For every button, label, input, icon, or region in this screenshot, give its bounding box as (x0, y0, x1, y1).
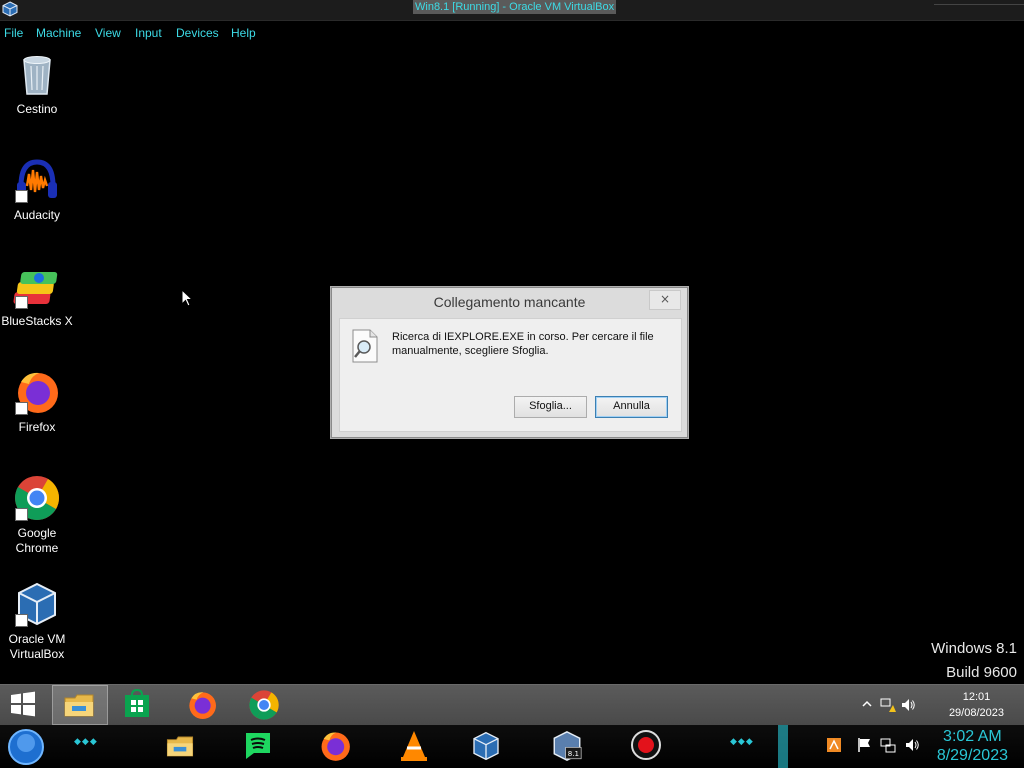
host-start-orb-icon[interactable] (8, 729, 44, 765)
firefox-icon[interactable] (318, 729, 352, 763)
taskbar-chrome[interactable] (242, 685, 286, 725)
desktop-icon-label: Oracle VM VirtualBox (8, 632, 66, 661)
virtualbox-icon[interactable] (470, 729, 502, 763)
menu-devices[interactable]: Devices (176, 26, 219, 40)
volume-icon[interactable] (900, 697, 916, 713)
shortcut-arrow-icon (15, 508, 28, 521)
guest-clock[interactable]: 12:01 29/08/2023 (949, 689, 1004, 721)
network-icon[interactable] (880, 737, 896, 753)
dock-divider (778, 725, 788, 768)
menu-file[interactable]: File (4, 26, 23, 40)
vlc-icon[interactable] (398, 729, 430, 763)
dialog-body: Ricerca di IEXPLORE.EXE in corso. Per ce… (339, 318, 682, 432)
virtualbox-icon (2, 1, 18, 17)
spotify-icon[interactable] (242, 729, 274, 761)
vbox-menu-bar: File Machine View Input Devices Help (0, 22, 1024, 42)
host-clock-time: 3:02 AM (943, 728, 1002, 745)
guest-clock-date: 29/08/2023 (948, 707, 1004, 719)
chrome-icon (249, 690, 279, 720)
svg-text:8.1: 8.1 (568, 749, 579, 758)
cancel-button[interactable]: Annulla (595, 396, 668, 418)
desktop-icon-firefox[interactable]: Firefox (0, 368, 74, 435)
desktop-icon-recycle-bin[interactable]: Cestino (0, 50, 74, 117)
window-controls[interactable] (934, 0, 1024, 5)
host-taskbar: ◆◆◆ 8.1 ◆◆◆ 3:02 AM 8/29/2023 (0, 725, 1024, 768)
taskbar-store[interactable] (116, 685, 160, 725)
taskbar-firefox[interactable] (180, 685, 224, 725)
taskbar-file-explorer[interactable] (52, 685, 108, 725)
network-warning-icon[interactable] (880, 697, 896, 713)
menu-input[interactable]: Input (135, 26, 162, 40)
record-icon[interactable] (630, 729, 662, 761)
shortcut-arrow-icon (15, 402, 28, 415)
desktop-icon-label: Audacity (13, 208, 61, 222)
tray-app-icon[interactable] (826, 737, 842, 753)
dock-decoration-icon: ◆◆◆ (74, 737, 98, 747)
desktop-icon-label: BlueStacks X (1, 314, 73, 328)
vbox-title-bar: Win8.1 [Running] - Oracle VM VirtualBox (0, 0, 1024, 21)
desktop-icon-bluestacks[interactable]: BlueStacks X (0, 262, 74, 329)
file-explorer-icon[interactable] (162, 729, 198, 763)
recycle-bin-icon (23, 56, 51, 95)
menu-help[interactable]: Help (231, 26, 256, 40)
shortcut-arrow-icon (15, 614, 28, 627)
dock-decoration-icon: ◆◆◆ (730, 737, 754, 747)
desktop-icon-label: Cestino (16, 102, 58, 116)
browse-button[interactable]: Sfoglia... (514, 396, 587, 418)
window-title: Win8.1 [Running] - Oracle VM VirtualBox (413, 0, 617, 14)
flag-icon[interactable] (857, 737, 873, 753)
guest-clock-time: 12:01 (962, 691, 991, 703)
desktop-icon-audacity[interactable]: Audacity (0, 156, 74, 223)
store-icon (125, 689, 149, 717)
show-hidden-icons-chevron-icon[interactable] (862, 699, 872, 709)
menu-view[interactable]: View (95, 26, 121, 40)
start-icon (11, 691, 35, 717)
file-explorer-icon (64, 694, 94, 717)
mouse-cursor-icon (181, 289, 193, 307)
dialog-message: Ricerca di IEXPLORE.EXE in corso. Per ce… (392, 331, 654, 357)
watermark-line-1: Windows 8.1 (931, 640, 1017, 657)
host-clock-date: 8/29/2023 (936, 747, 1008, 764)
firefox-icon (189, 692, 216, 719)
desktop-icon-label: Google Chrome (15, 526, 59, 555)
missing-shortcut-dialog: Collegamento mancante × Ricerca di IEXPL… (331, 287, 688, 438)
dialog-close-button[interactable]: × (649, 290, 681, 310)
volume-icon[interactable] (904, 737, 920, 753)
desktop-icon-chrome[interactable]: Google Chrome (0, 474, 74, 556)
watermark-line-2: Build 9600 (946, 664, 1017, 681)
host-clock[interactable]: 3:02 AM 8/29/2023 (937, 727, 1008, 765)
file-search-icon (352, 329, 378, 363)
shortcut-arrow-icon (15, 296, 28, 309)
start-button[interactable] (2, 685, 46, 725)
windows-watermark: Windows 8.1 Build 9600 (931, 637, 1017, 685)
guest-system-tray: 12:01 29/08/2023 (854, 685, 1024, 725)
shortcut-arrow-icon (15, 190, 28, 203)
desktop-icon-label: Firefox (18, 420, 56, 434)
virtualbox-vm-win81-icon[interactable]: 8.1 (550, 729, 584, 763)
menu-machine[interactable]: Machine (36, 26, 81, 40)
dialog-title: Collegamento mancante (433, 294, 586, 310)
guest-taskbar: 12:01 29/08/2023 (0, 684, 1024, 725)
desktop-icon-virtualbox[interactable]: Oracle VM VirtualBox (0, 580, 74, 662)
